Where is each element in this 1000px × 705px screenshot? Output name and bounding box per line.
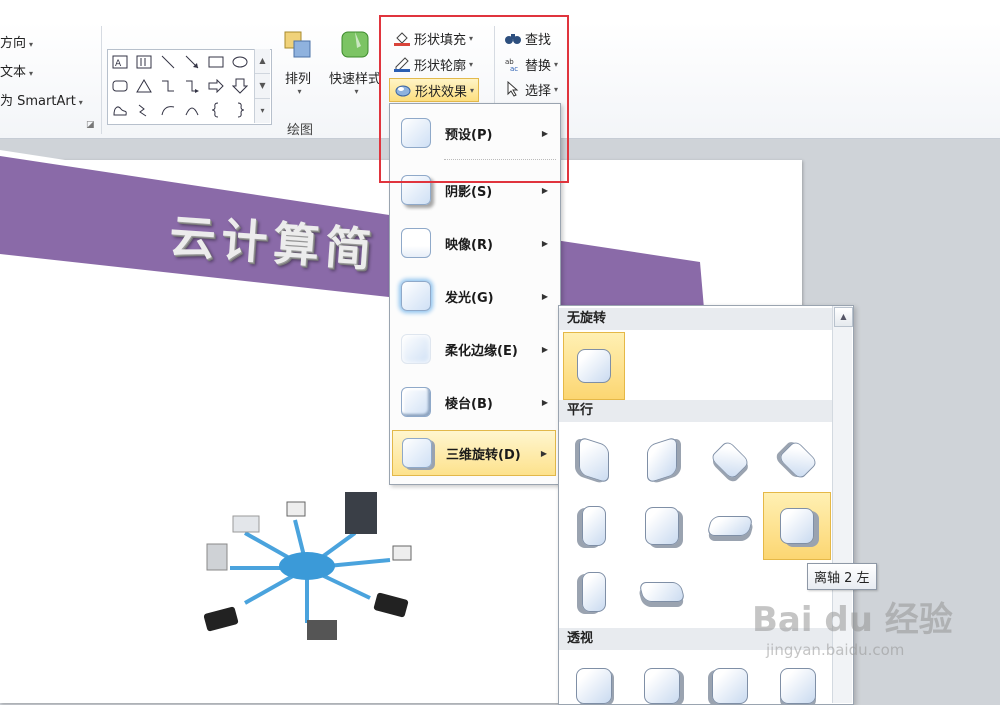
submenu-arrow-icon: ▶ [541,291,548,301]
rotation-option-off-axis-1-right[interactable] [631,492,693,560]
arrange-caret-icon: ▾ [297,87,302,96]
scroll-up-icon[interactable]: ▲ [255,49,270,74]
align-text-button[interactable]: 文本 ▾ [0,61,33,80]
rotation-option-off-axis-2-left[interactable] [763,492,831,560]
submenu-arrow-icon: ▶ [540,448,547,458]
submenu-arrow-icon: ▶ [541,238,548,248]
group-divider [101,26,102,134]
arrange-button[interactable]: 排列 ▾ [278,28,318,96]
gallery-more-icon[interactable]: ▾ [255,99,270,123]
tooltip: 离轴 2 左 [807,563,877,590]
menu-item-soft-edges[interactable]: 柔化边缘(E) ▶ [392,326,556,372]
quick-styles-icon [341,31,369,58]
scribble-shape-icon[interactable] [134,100,154,120]
scroll-down-icon[interactable]: ▼ [255,74,270,99]
elbow-arrow-connector-icon[interactable] [182,76,202,96]
rotation-option-perspective-front[interactable] [563,652,625,704]
rotation-option-perspective-right[interactable] [699,652,761,704]
freeform-shape-icon[interactable] [110,100,130,120]
soft-edges-icon [401,334,431,364]
right-arrow-shape-icon[interactable] [206,76,226,96]
annotation-highlight-box [379,15,569,183]
quick-styles-button[interactable]: 快速样式 ▾ [325,28,385,96]
oval-shape-icon[interactable] [230,52,250,72]
vertical-textbox-shape-icon[interactable] [134,52,154,72]
rotation-option-isometric-top-down[interactable] [767,426,829,494]
svg-text:A: A [115,59,122,69]
baidu-watermark: Bai du 经验 jingyan.baidu.com [752,592,953,659]
right-brace-shape-icon[interactable] [230,100,250,120]
section-parallel: 平行 [559,400,832,422]
rotation-option-off-axis-1-top[interactable] [699,492,761,560]
rotation-option-off-axis-1-left[interactable] [563,492,625,560]
bevel-icon [401,387,431,417]
rotation-option-off-axis-2-top[interactable] [631,558,693,626]
elbow-connector-icon[interactable] [158,76,178,96]
textbox-shape-icon[interactable]: A [110,52,130,72]
paragraph-launcher-icon[interactable]: ◪ [86,120,95,130]
rotation-option-off-axis-2-right[interactable] [563,558,625,626]
submenu-arrow-icon: ▶ [541,397,548,407]
3d-rotation-icon [402,438,432,468]
rotation-option-isometric-left[interactable] [563,426,625,494]
triangle-shape-icon[interactable] [134,76,154,96]
rotation-option-none[interactable] [563,332,625,400]
left-brace-shape-icon[interactable] [206,100,226,120]
rotation-option-isometric-top-up[interactable] [699,426,761,494]
shapes-gallery[interactable]: A [107,49,272,125]
glow-icon [401,281,431,311]
scroll-up-icon[interactable]: ▲ [834,307,853,327]
arrange-icon [284,31,311,58]
rotation-option-perspective-below[interactable] [767,652,829,704]
network-clipart-image[interactable] [195,488,420,658]
down-arrow-shape-icon[interactable] [230,76,250,96]
rotation-option-isometric-right[interactable] [631,426,693,494]
reflection-icon [401,228,431,258]
rectangle-shape-icon[interactable] [206,52,226,72]
menu-item-bevel[interactable]: 棱台(B) ▶ [392,379,556,425]
rounded-rect-shape-icon[interactable] [110,76,130,96]
drawing-group-label: 绘图 [287,123,314,138]
rotation-option-perspective-left[interactable] [631,652,693,704]
section-no-rotation: 无旋转 [559,308,832,330]
arc-shape-icon[interactable] [158,100,178,120]
gallery-scrollbar[interactable]: ▲ ▼ ▾ [254,49,270,123]
arrow-line-shape-icon[interactable] [182,52,202,72]
menu-item-reflection[interactable]: 映像(R) ▶ [392,220,556,266]
text-direction-button[interactable]: 方向 ▾ [0,32,33,51]
line-shape-icon[interactable] [158,52,178,72]
quick-styles-caret-icon: ▾ [354,87,359,96]
submenu-arrow-icon: ▶ [541,344,548,354]
menu-item-3d-rotation[interactable]: 三维旋转(D) ▶ [392,430,556,476]
menu-item-glow[interactable]: 发光(G) ▶ [392,273,556,319]
curve-shape-icon[interactable] [182,100,202,120]
watermark-url: jingyan.baidu.com [766,641,905,659]
convert-smartart-button[interactable]: 为 SmartArt ▾ [0,90,83,109]
watermark-logo: Bai du 经验 [752,600,953,640]
submenu-arrow-icon: ▶ [541,185,548,195]
